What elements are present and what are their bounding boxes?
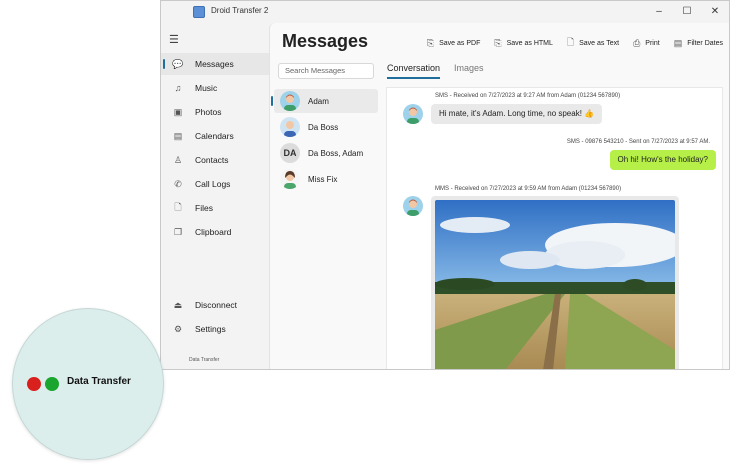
calendar-filter-icon: ▤ xyxy=(673,37,683,48)
sidebar-item-label: Disconnect xyxy=(195,300,238,310)
tab-bar: Conversation Images xyxy=(387,63,498,79)
toolbar-button-label: Filter Dates xyxy=(687,39,723,47)
eject-icon: ⏏ xyxy=(173,299,183,310)
contact-name: Da Boss, Adam xyxy=(308,148,364,158)
sidebar-item-label: Calendars xyxy=(195,131,234,141)
toolbar-button-label: Save as HTML xyxy=(506,39,553,47)
sidebar-item-music[interactable]: ♫ Music xyxy=(161,77,269,99)
contact-name: Adam xyxy=(308,96,329,106)
photos-icon: ▣ xyxy=(173,106,183,117)
contacts-icon: ♙ xyxy=(173,154,183,165)
sidebar-item-contacts[interactable]: ♙ Contacts xyxy=(161,149,269,171)
clipboard-icon: ❐ xyxy=(173,226,183,237)
sidebar-item-label: Photos xyxy=(195,107,222,117)
avatar xyxy=(280,169,300,189)
text-file-icon: 🗋 xyxy=(566,37,575,47)
file-icon: 🗋 xyxy=(174,202,182,212)
print-button[interactable]: ⎙ Print xyxy=(633,35,660,51)
tab-conversation[interactable]: Conversation xyxy=(387,63,441,79)
toolbar-button-label: Print xyxy=(645,39,660,47)
message-meta: SMS - Received on 7/27/2023 at 9:27 AM f… xyxy=(435,93,621,99)
sidebar-item-calendars[interactable]: ▤ Calendars xyxy=(161,125,269,147)
sidebar-item-messages[interactable]: 💬 Messages xyxy=(161,53,269,75)
app-logo-icon xyxy=(193,6,205,18)
sidebar-item-call-logs[interactable]: ✆ Call Logs xyxy=(161,173,269,195)
window-title: Droid Transfer 2 xyxy=(211,6,269,15)
phone-icon: ✆ xyxy=(174,178,182,189)
avatar xyxy=(403,196,423,216)
callout-label: Data Transfer xyxy=(67,376,131,387)
sidebar-item-label: Messages xyxy=(195,59,234,69)
contact-item-adam[interactable]: Adam xyxy=(271,89,378,113)
search-input[interactable]: Search Messages xyxy=(278,63,374,79)
filter-dates-button[interactable]: ▤ Filter Dates xyxy=(674,35,723,51)
main-content: Messages ⎘ Save as PDF ⎘ Save as HTML 🗋 … xyxy=(269,23,729,369)
avatar xyxy=(280,91,300,111)
toolbar-button-label: Save as PDF xyxy=(439,39,481,47)
avatar: DA xyxy=(280,143,300,163)
app-window: Droid Transfer 2 – ☐ ✕ ☰ 💬 Messages ♫ Mu… xyxy=(160,0,730,370)
music-icon: ♫ xyxy=(174,83,182,93)
conversation-panel: SMS - Received on 7/27/2023 at 9:27 AM f… xyxy=(386,87,723,369)
red-status-dot-icon xyxy=(27,377,41,391)
contact-item-da-boss-adam[interactable]: DA Da Boss, Adam xyxy=(274,141,378,165)
title-bar: Droid Transfer 2 – ☐ ✕ xyxy=(161,1,729,23)
sidebar: ☰ 💬 Messages ♫ Music ▣ Photos ▤ Calendar… xyxy=(161,23,269,369)
save-as-pdf-button[interactable]: ⎘ Save as PDF xyxy=(427,35,480,51)
sent-message-bubble: Oh hi! How's the holiday? xyxy=(609,150,716,170)
calendar-icon: ▤ xyxy=(173,130,183,141)
hamburger-icon[interactable]: ☰ xyxy=(169,33,179,46)
save-as-html-button[interactable]: ⎘ Save as HTML xyxy=(494,35,553,51)
page-title: Messages xyxy=(282,31,369,51)
minimize-button[interactable]: – xyxy=(649,4,669,20)
html-icon: ⎘ xyxy=(494,37,502,48)
message-meta: MMS - Received on 7/27/2023 at 9:59 AM f… xyxy=(435,186,622,192)
save-as-text-button[interactable]: 🗋 Save as Text xyxy=(567,35,619,51)
sidebar-item-settings[interactable]: ⚙ Settings xyxy=(161,318,269,340)
sidebar-item-label: Contacts xyxy=(195,155,229,165)
gear-icon: ⚙ xyxy=(173,323,183,334)
messages-icon: 💬 xyxy=(172,58,184,69)
green-status-dot-icon xyxy=(45,377,59,391)
sidebar-item-label: Clipboard xyxy=(195,227,232,237)
received-message-bubble: Hi mate, it's Adam. Long time, no speak!… xyxy=(431,104,603,124)
sidebar-item-photos[interactable]: ▣ Photos xyxy=(161,101,269,123)
contact-name: Da Boss xyxy=(308,122,339,132)
contact-item-miss-fix[interactable]: Miss Fix xyxy=(274,167,378,191)
status-text: Data Transfer xyxy=(189,357,220,363)
maximize-button[interactable]: ☐ xyxy=(677,4,697,20)
toolbar-button-label: Save as Text xyxy=(579,39,620,47)
close-button[interactable]: ✕ xyxy=(705,4,725,20)
avatar xyxy=(403,104,423,124)
message-meta: SMS - 09876 543210 - Sent on 7/27/2023 a… xyxy=(566,139,710,145)
contact-name: Miss Fix xyxy=(308,174,338,184)
contact-item-da-boss[interactable]: Da Boss xyxy=(274,115,378,139)
toolbar: ⎘ Save as PDF ⎘ Save as HTML 🗋 Save as T… xyxy=(427,35,729,51)
tab-images[interactable]: Images xyxy=(454,63,484,79)
sidebar-item-clipboard[interactable]: ❐ Clipboard xyxy=(161,221,269,243)
mms-photo[interactable] xyxy=(435,200,675,369)
avatar xyxy=(280,117,300,137)
sidebar-item-label: Music xyxy=(195,83,218,93)
sidebar-item-label: Call Logs xyxy=(195,179,231,189)
sidebar-item-label: Settings xyxy=(195,324,226,334)
data-transfer-callout: Data Transfer xyxy=(12,308,164,460)
sidebar-item-files[interactable]: 🗋 Files xyxy=(161,197,269,219)
sidebar-item-label: Files xyxy=(195,203,213,213)
printer-icon: ⎙ xyxy=(633,37,641,48)
sidebar-item-disconnect[interactable]: ⏏ Disconnect xyxy=(161,294,269,316)
pdf-icon: ⎘ xyxy=(426,37,435,48)
